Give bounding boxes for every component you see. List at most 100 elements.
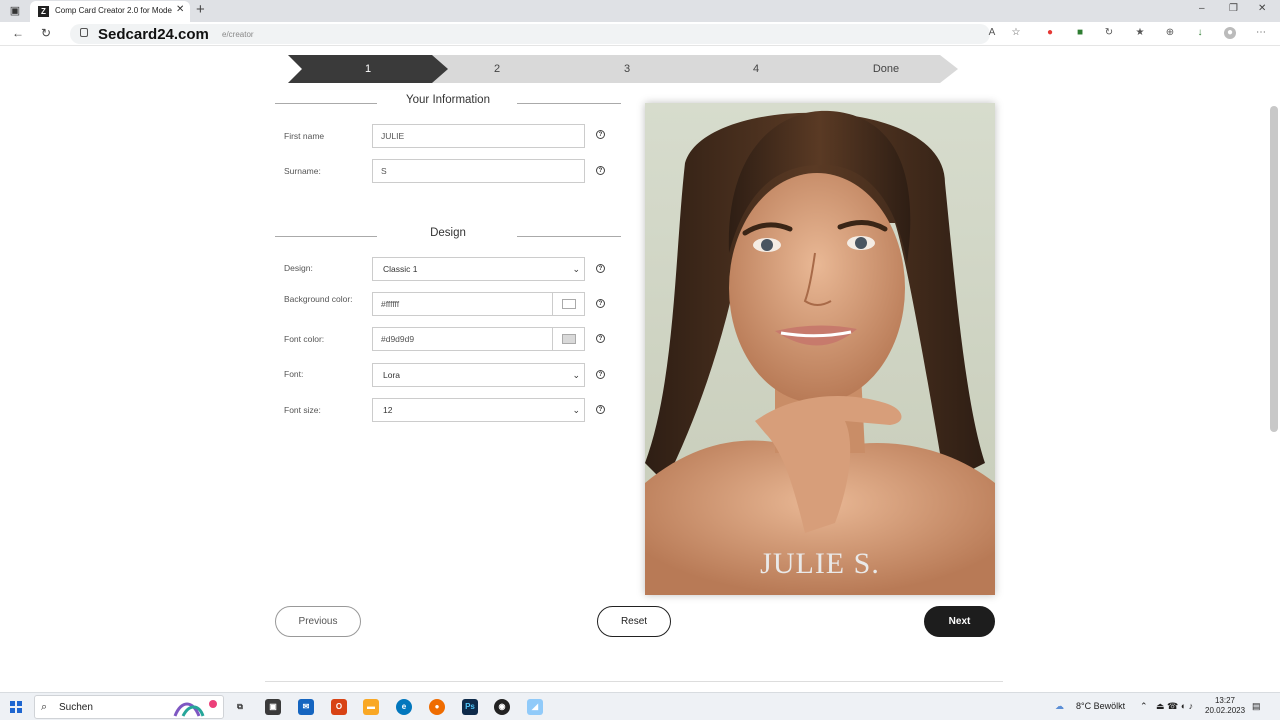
- more-menu-icon[interactable]: ⋯: [1255, 27, 1267, 39]
- app-icon[interactable]: ◢: [527, 699, 543, 715]
- preview-name: JULIE S.: [760, 547, 880, 580]
- font-size-label: Font size:: [284, 405, 321, 415]
- notification-icon[interactable]: ▤: [1252, 701, 1261, 712]
- font-color-picker[interactable]: [552, 328, 584, 350]
- font-help-icon[interactable]: ?: [596, 370, 605, 379]
- refresh-extension-icon[interactable]: ↻: [1103, 27, 1115, 39]
- font-select-value: Lora: [383, 370, 401, 380]
- background-color-picker[interactable]: [552, 293, 584, 315]
- model-photo: [645, 103, 995, 595]
- background-color-input[interactable]: #ffffff: [372, 292, 585, 316]
- info-section-header: Your Information: [275, 94, 621, 112]
- tab-close-icon[interactable]: ✕: [176, 4, 184, 15]
- info-section-title: Your Information: [406, 94, 490, 106]
- window-menu-icon[interactable]: ▣: [8, 4, 22, 18]
- font-size-select-value: 12: [383, 405, 393, 415]
- edge-icon[interactable]: e: [396, 699, 412, 715]
- step-progress: 1 2 3 4 Done: [288, 55, 958, 83]
- surname-label: Surname:: [284, 166, 321, 176]
- collections-icon[interactable]: ⊕: [1164, 27, 1176, 39]
- new-tab-icon[interactable]: +: [196, 1, 205, 18]
- url-field[interactable]: e/creator Sedcard24.com: [70, 24, 990, 44]
- chevron-down-icon: ⌄: [572, 370, 580, 380]
- clock-time: 13:27: [1214, 696, 1236, 705]
- clock[interactable]: 13:27 20.02.2023: [1205, 696, 1245, 716]
- page-scrollbar[interactable]: [1270, 106, 1278, 432]
- comp-card-preview: JULIE S.: [645, 103, 995, 595]
- design-section-header: Design: [275, 227, 621, 245]
- favorites-icon[interactable]: ★: [1134, 27, 1146, 39]
- profile-avatar-icon[interactable]: ●: [1224, 27, 1236, 39]
- reload-icon[interactable]: ↻: [41, 26, 51, 40]
- maximize-icon[interactable]: ❐: [1229, 3, 1238, 14]
- download-icon[interactable]: ↓: [1194, 27, 1206, 39]
- first-name-help-icon[interactable]: ?: [596, 130, 605, 139]
- surname-input[interactable]: S: [372, 159, 585, 183]
- step-2[interactable]: 2: [434, 55, 560, 83]
- font-size-help-icon[interactable]: ?: [596, 405, 605, 414]
- design-select-value: Classic 1: [383, 264, 418, 274]
- office-icon[interactable]: O: [331, 699, 347, 715]
- background-color-help-icon[interactable]: ?: [596, 299, 605, 308]
- font-size-select[interactable]: 12 ⌄: [372, 398, 585, 422]
- design-select[interactable]: Classic 1 ⌄: [372, 257, 585, 281]
- url-site-overlay: Sedcard24.com: [98, 26, 209, 43]
- background-color-swatch: [562, 299, 576, 309]
- windows-start-icon[interactable]: [10, 701, 22, 713]
- extension-icon[interactable]: ■: [1074, 27, 1086, 39]
- chevron-down-icon: ⌄: [572, 264, 580, 274]
- first-name-input[interactable]: JULIE: [372, 124, 585, 148]
- font-color-value: #d9d9d9: [381, 334, 415, 344]
- taskbar: ⌕ Suchen ⧉ ▣ ✉ O ▬ e ● Ps ◉ ◢ ☁ 8°C Bewö…: [0, 692, 1280, 720]
- obs-icon[interactable]: ◉: [494, 699, 510, 715]
- weather-text[interactable]: 8°C Bewölkt: [1076, 701, 1125, 711]
- font-color-label: Font color:: [284, 334, 325, 344]
- search-icon: ⌕: [41, 701, 48, 713]
- task-view-icon[interactable]: ⧉: [232, 699, 248, 715]
- file-explorer-icon[interactable]: ▬: [363, 699, 379, 715]
- system-tray-icons[interactable]: ⏏ ☎ ◐ ♪: [1156, 701, 1193, 712]
- browser-tab-bar: ▣ Z Comp Card Creator 2.0 for Mode ✕ + –…: [0, 0, 1280, 22]
- divider: [265, 681, 1003, 682]
- font-label: Font:: [284, 369, 304, 379]
- favorite-add-icon[interactable]: ☆: [1010, 27, 1022, 39]
- address-bar: ← ↻ e/creator Sedcard24.com A ☆ ● ■ ↻ ★ …: [0, 22, 1280, 46]
- design-help-icon[interactable]: ?: [596, 264, 605, 273]
- store-icon[interactable]: ▣: [265, 699, 281, 715]
- step-4[interactable]: 4: [693, 55, 819, 83]
- previous-button[interactable]: Previous: [275, 606, 361, 637]
- url-path: e/creator: [222, 30, 254, 39]
- tray-chevron-icon[interactable]: ⌃: [1140, 701, 1148, 712]
- reset-button[interactable]: Reset: [597, 606, 671, 637]
- step-1[interactable]: 1: [288, 55, 448, 83]
- font-color-help-icon[interactable]: ?: [596, 334, 605, 343]
- font-select[interactable]: Lora ⌄: [372, 363, 585, 387]
- read-aloud-icon[interactable]: A: [986, 27, 998, 39]
- minimize-icon[interactable]: –: [1199, 3, 1205, 14]
- design-label: Design:: [284, 263, 313, 273]
- step-done[interactable]: Done: [823, 55, 949, 83]
- next-button[interactable]: Next: [924, 606, 995, 637]
- back-icon[interactable]: ←: [12, 26, 24, 40]
- photoshop-icon[interactable]: Ps: [462, 699, 478, 715]
- font-color-input[interactable]: #d9d9d9: [372, 327, 585, 351]
- font-color-swatch: [562, 334, 576, 344]
- page-content: 1 2 3 4 Done Your Information First name…: [0, 46, 1280, 692]
- tab-title: Comp Card Creator 2.0 for Mode: [55, 6, 172, 15]
- taskbar-search[interactable]: ⌕ Suchen: [34, 695, 224, 719]
- surname-help-icon[interactable]: ?: [596, 166, 605, 175]
- mail-icon[interactable]: ✉: [298, 699, 314, 715]
- site-favicon-icon: Z: [38, 6, 49, 17]
- taskbar-search-text: Suchen: [59, 702, 93, 713]
- lock-icon: [80, 28, 88, 37]
- opera-extension-icon[interactable]: ●: [1044, 27, 1056, 39]
- clock-date: 20.02.2023: [1205, 706, 1246, 715]
- background-color-value: #ffffff: [381, 299, 400, 309]
- firefox-icon[interactable]: ●: [429, 699, 445, 715]
- weather-icon: ☁: [1055, 701, 1064, 711]
- browser-tab[interactable]: Z Comp Card Creator 2.0 for Mode ✕: [30, 1, 190, 22]
- close-window-icon[interactable]: ✕: [1258, 3, 1266, 14]
- first-name-label: First name: [284, 131, 325, 141]
- chevron-down-icon: ⌄: [572, 405, 580, 415]
- step-3[interactable]: 3: [564, 55, 690, 83]
